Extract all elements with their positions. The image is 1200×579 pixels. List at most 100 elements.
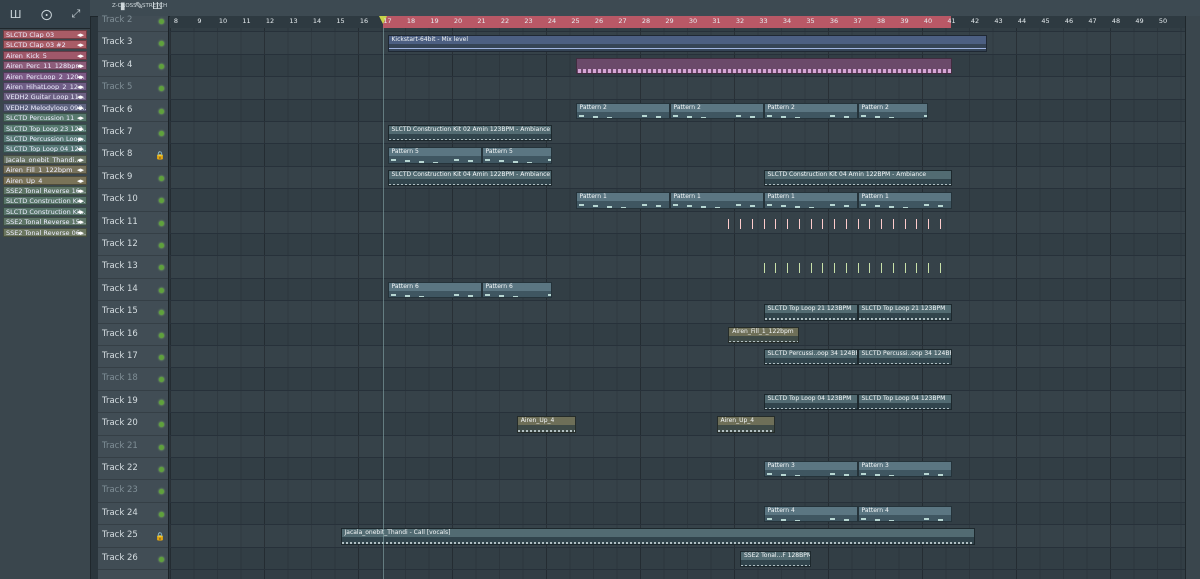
playlist-clip[interactable]: SLCTD Top Loop 04 123BPM — [857, 393, 952, 411]
hit-marker[interactable] — [916, 218, 918, 229]
mute-led-icon[interactable] — [159, 198, 164, 204]
mute-led-icon[interactable] — [159, 287, 164, 293]
playlist-clip[interactable]: SLCTD Percussi..oop 34 124BPM — [763, 349, 858, 366]
mute-led-icon[interactable] — [159, 489, 164, 495]
browser-item[interactable]: Airen_PercLoop_2_120... ◂▸ — [3, 71, 87, 81]
browser-item[interactable]: VEDH2 Guitar Loop 11... ◂▸ — [3, 92, 87, 102]
playlist-clip[interactable]: SLCTD Construction Kit 02 Amin 123BPM - … — [387, 125, 552, 142]
track-lane[interactable] — [170, 324, 1200, 346]
track-header[interactable]: Track 2 — [98, 10, 168, 33]
mute-led-icon[interactable] — [159, 63, 164, 69]
track-header[interactable]: Track 15 — [98, 301, 168, 324]
track-header[interactable]: Track 4 — [98, 55, 168, 78]
playlist-clip[interactable]: SLCTD Percussi..oop 34 124BPM — [857, 349, 952, 366]
track-header[interactable]: Track 23 — [98, 480, 168, 503]
playlist-clip[interactable]: SLCTD Top Loop 04 123BPM — [763, 393, 858, 411]
hit-marker[interactable] — [751, 218, 753, 229]
mute-led-icon[interactable] — [159, 332, 164, 338]
browser-item[interactable]: VEDH2 Melodyloop 090... ◂▸ — [3, 102, 87, 112]
hit-marker[interactable] — [822, 263, 824, 274]
hit-marker[interactable] — [881, 263, 882, 274]
playlist-clip[interactable]: Kickstart-64bit - Mix level — [387, 35, 987, 52]
browser-item[interactable]: SLCTD Construction Kit... ◂▸ — [3, 206, 87, 216]
mute-led-icon[interactable] — [159, 131, 164, 136]
hit-marker[interactable] — [881, 218, 882, 229]
browser-item[interactable]: Airen_Kick_5 ◂▸ — [3, 50, 87, 60]
playlist-clip[interactable]: Pattern 1 — [669, 192, 764, 209]
track-header[interactable]: Track 20 — [98, 413, 168, 436]
track-lane[interactable] — [170, 256, 1200, 279]
browser-item[interactable]: SLCTD Percussion Loop... ◂▸ — [3, 134, 87, 143]
track-header[interactable]: Track 5 — [98, 77, 168, 100]
hit-marker[interactable] — [775, 263, 777, 274]
track-header[interactable]: Track 8 🔒 — [98, 144, 168, 167]
browser-item[interactable]: SLCTD Top Loop 04 123... ◂▸ — [3, 144, 87, 154]
playlist-clip[interactable]: Pattern 6 — [387, 281, 482, 299]
mute-led-icon[interactable] — [159, 511, 164, 517]
track-header[interactable]: Track 13 — [98, 256, 168, 279]
hit-marker[interactable] — [810, 218, 812, 229]
track-header[interactable]: Track 16 — [98, 324, 168, 346]
hit-marker[interactable] — [740, 218, 741, 229]
track-lane[interactable] — [170, 144, 1200, 167]
track-header[interactable]: Track 18 — [98, 368, 168, 391]
track-header[interactable]: Track 26 — [98, 548, 168, 570]
track-lane[interactable] — [170, 279, 1200, 302]
hit-marker[interactable] — [869, 218, 871, 229]
browser-item[interactable]: Airen_Fill_1_122bpm ◂▸ — [3, 165, 87, 175]
hit-marker[interactable] — [857, 218, 859, 229]
hit-marker[interactable] — [939, 218, 941, 229]
hit-marker[interactable] — [892, 218, 894, 229]
hit-marker[interactable] — [904, 218, 906, 229]
playlist-clip[interactable]: Pattern 3 — [857, 461, 952, 478]
track-lane[interactable] — [170, 480, 1200, 503]
playlist-clip[interactable]: Pattern 2 — [763, 102, 858, 119]
hit-marker[interactable] — [822, 218, 824, 229]
browser-item[interactable]: SLCTD Clap 03 #2 ◂▸ — [3, 40, 87, 50]
playlist-clip[interactable]: Pattern 5 — [481, 147, 552, 164]
hit-marker[interactable] — [763, 263, 765, 274]
hit-marker[interactable] — [904, 263, 906, 274]
mute-led-icon[interactable] — [159, 220, 164, 226]
track-header[interactable]: Track 14 — [98, 279, 168, 302]
mute-led-icon[interactable] — [159, 86, 164, 92]
lock-icon[interactable]: 🔒 — [155, 532, 165, 541]
track-lane[interactable] — [170, 301, 1200, 324]
hit-marker[interactable] — [798, 218, 800, 229]
track-lane[interactable] — [170, 122, 1200, 145]
track-header[interactable]: Track 19 — [98, 391, 168, 414]
track-lane[interactable] — [170, 212, 1200, 234]
hit-marker[interactable] — [834, 263, 835, 274]
track-header[interactable]: Track 17 — [98, 346, 168, 369]
hit-marker[interactable] — [928, 218, 929, 229]
hit-marker[interactable] — [787, 263, 788, 274]
track-header[interactable]: Track 12 — [98, 234, 168, 257]
browser-item[interactable]: SSE2 Tonal Reverse 06... ◂▸ — [3, 227, 87, 237]
track-header[interactable]: Track 21 — [98, 436, 168, 458]
hit-marker[interactable] — [892, 263, 894, 274]
playlist-clip[interactable]: Airen_Up_4 — [716, 416, 776, 433]
playlist-clip[interactable]: SLCTD Construction Kit 04 Amin 122BPM - … — [387, 169, 552, 187]
mute-led-icon[interactable] — [159, 108, 164, 114]
browser-tab-plugins[interactable]: ⨀ — [41, 8, 52, 21]
playlist-clip[interactable]: Airen_Fill_1_122bpm — [728, 326, 799, 343]
track-lane[interactable] — [170, 368, 1200, 391]
track-header[interactable]: Track 3 — [98, 32, 168, 55]
mute-led-icon[interactable] — [159, 19, 164, 24]
playlist-clip[interactable]: Jacala_onebit_Thandi - Call [vocals] — [340, 528, 975, 545]
playlist-clip[interactable]: Pattern 2 — [669, 102, 764, 119]
mute-led-icon[interactable] — [159, 399, 164, 405]
track-header[interactable]: Track 11 — [98, 212, 168, 234]
hit-marker[interactable] — [869, 263, 871, 274]
mute-led-icon[interactable] — [159, 377, 164, 383]
hit-marker[interactable] — [834, 218, 835, 229]
hit-marker[interactable] — [845, 263, 847, 274]
browser-item[interactable]: Airen_Up_4 ◂▸ — [3, 175, 87, 185]
playlist-clip[interactable]: Pattern 3 — [763, 461, 858, 478]
track-lane[interactable] — [170, 548, 1200, 570]
mute-led-icon[interactable] — [159, 310, 164, 316]
browser-item[interactable]: Airen_Perc_11_128bpm ◂▸ — [3, 61, 87, 71]
playlist-grid[interactable]: Kickstart-64bit - Mix level Pattern 2 Patt… — [170, 28, 1200, 579]
playlist-clip[interactable]: Airen_Up_4 — [516, 416, 576, 433]
playlist-clip[interactable]: Pattern 1 — [575, 192, 670, 209]
